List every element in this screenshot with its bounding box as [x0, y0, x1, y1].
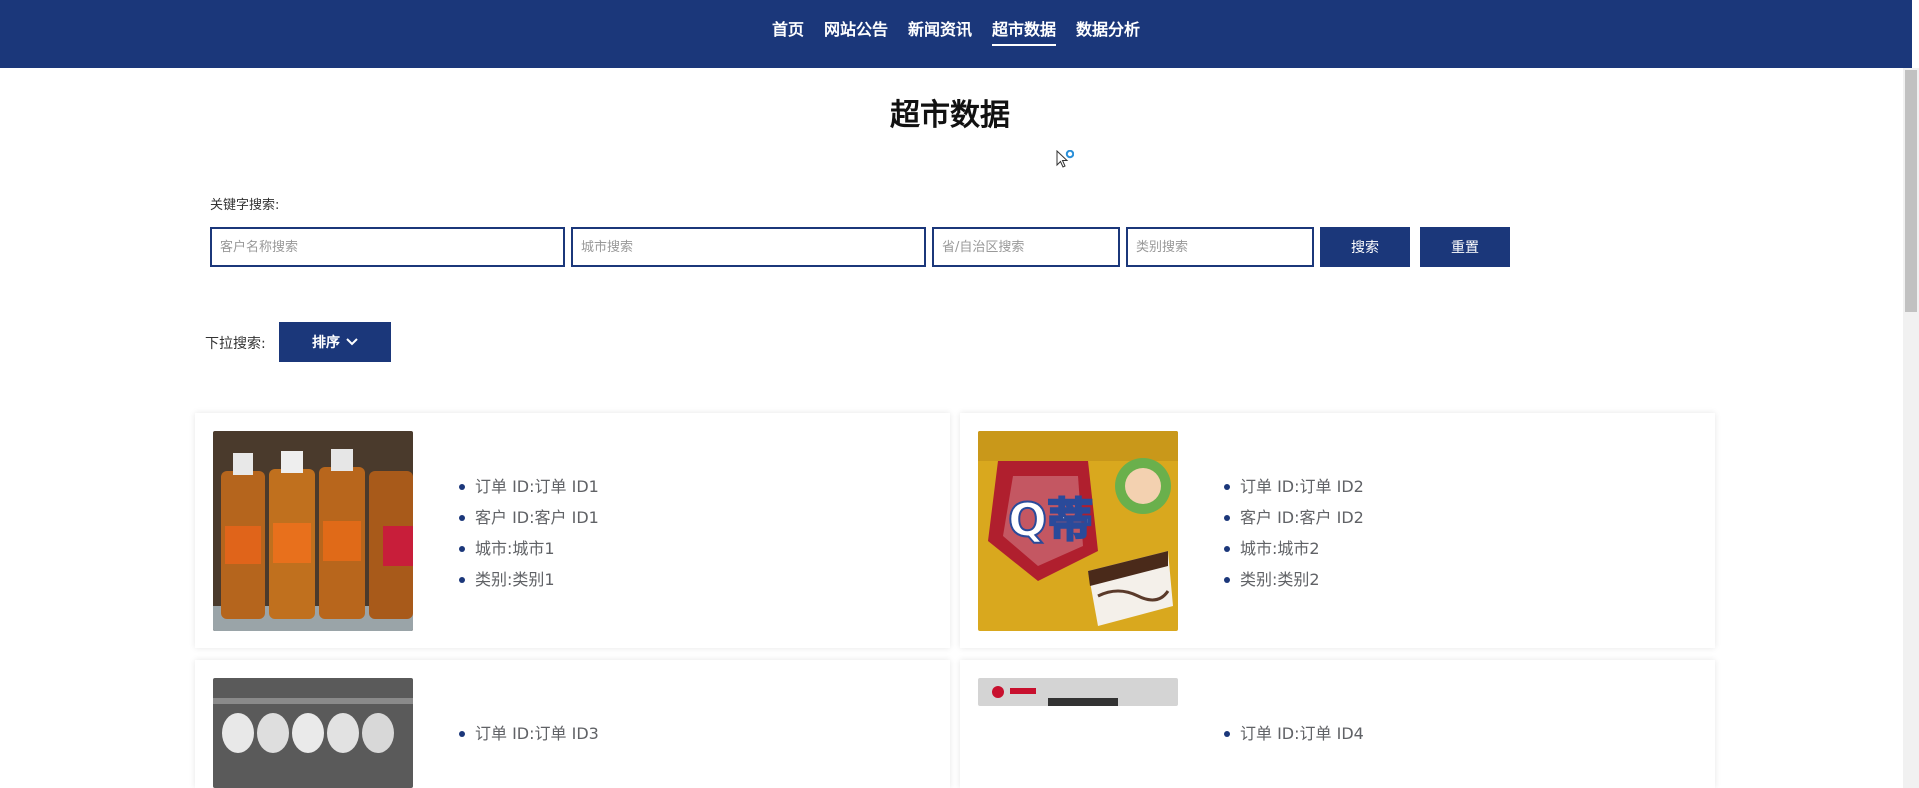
snack-box-text: Q蒂 — [1008, 493, 1093, 547]
category-text: 类别:类别2 — [1224, 564, 1364, 595]
scrollbar-thumb[interactable] — [1905, 70, 1917, 312]
keyword-search-label: 关键字搜索: — [210, 198, 280, 213]
city-text: 城市:城市1 — [459, 533, 599, 564]
city-search-input[interactable] — [571, 227, 926, 267]
customer-id-text: 客户 ID:客户 ID1 — [459, 502, 599, 533]
category-text: 类别:类别1 — [459, 564, 599, 595]
page-scrollbar[interactable] — [1903, 68, 1919, 788]
nav-item-announcements[interactable]: 网站公告 — [824, 16, 888, 46]
city-text: 城市:城市2 — [1224, 533, 1364, 564]
category-search-input[interactable] — [1126, 227, 1314, 267]
sort-dropdown-button[interactable]: 排序 — [279, 322, 391, 362]
order-id-text: 订单 ID:订单 ID4 — [1224, 718, 1364, 749]
product-image-tableware[interactable] — [213, 678, 413, 788]
search-bar: 搜索 重置 — [210, 227, 1510, 267]
order-id-text: 订单 ID:订单 ID2 — [1224, 471, 1364, 502]
customer-name-search-input[interactable] — [210, 227, 565, 267]
search-button[interactable]: 搜索 — [1320, 227, 1410, 267]
chevron-down-icon — [346, 338, 358, 346]
product-info-list: 订单 ID:订单 ID3 — [459, 718, 599, 749]
dropdown-search-label: 下拉搜索: — [205, 336, 266, 352]
customer-id-text: 客户 ID:客户 ID2 — [1224, 502, 1364, 533]
order-id-text: 订单 ID:订单 ID3 — [459, 718, 599, 749]
reset-button[interactable]: 重置 — [1420, 227, 1510, 267]
nav-item-data-analysis[interactable]: 数据分析 — [1076, 16, 1140, 46]
product-image-oil-bottles[interactable] — [213, 431, 413, 631]
product-card[interactable]: 订单 ID:订单 ID4 — [960, 660, 1715, 788]
nav-item-home[interactable]: 首页 — [772, 16, 804, 46]
product-image-snack-box[interactable]: Q蒂 — [978, 431, 1178, 631]
product-card[interactable]: Q蒂 订单 ID:订单 ID2 客户 ID:客户 ID2 城市:城市2 类别:类… — [960, 413, 1715, 648]
sort-button-label: 排序 — [312, 335, 340, 351]
province-search-input[interactable] — [932, 227, 1120, 267]
product-info-list: 订单 ID:订单 ID2 客户 ID:客户 ID2 城市:城市2 类别:类别2 — [1224, 471, 1364, 595]
product-info-list: 订单 ID:订单 ID4 — [1224, 718, 1364, 749]
top-navbar: 首页 网站公告 新闻资讯 超市数据 数据分析 — [0, 0, 1912, 68]
nav-item-news[interactable]: 新闻资讯 — [908, 16, 972, 46]
product-image-store-sign[interactable] — [978, 678, 1178, 706]
product-info-list: 订单 ID:订单 ID1 客户 ID:客户 ID1 城市:城市1 类别:类别1 — [459, 471, 599, 595]
loading-cursor-icon — [1056, 150, 1074, 168]
product-card[interactable]: 订单 ID:订单 ID1 客户 ID:客户 ID1 城市:城市1 类别:类别1 — [195, 413, 950, 648]
nav-item-supermarket-data[interactable]: 超市数据 — [992, 16, 1057, 46]
order-id-text: 订单 ID:订单 ID1 — [459, 471, 599, 502]
page-title: 超市数据 — [890, 98, 1010, 133]
main-nav: 首页 网站公告 新闻资讯 超市数据 数据分析 — [0, 16, 1912, 46]
product-card[interactable]: 订单 ID:订单 ID3 — [195, 660, 950, 788]
